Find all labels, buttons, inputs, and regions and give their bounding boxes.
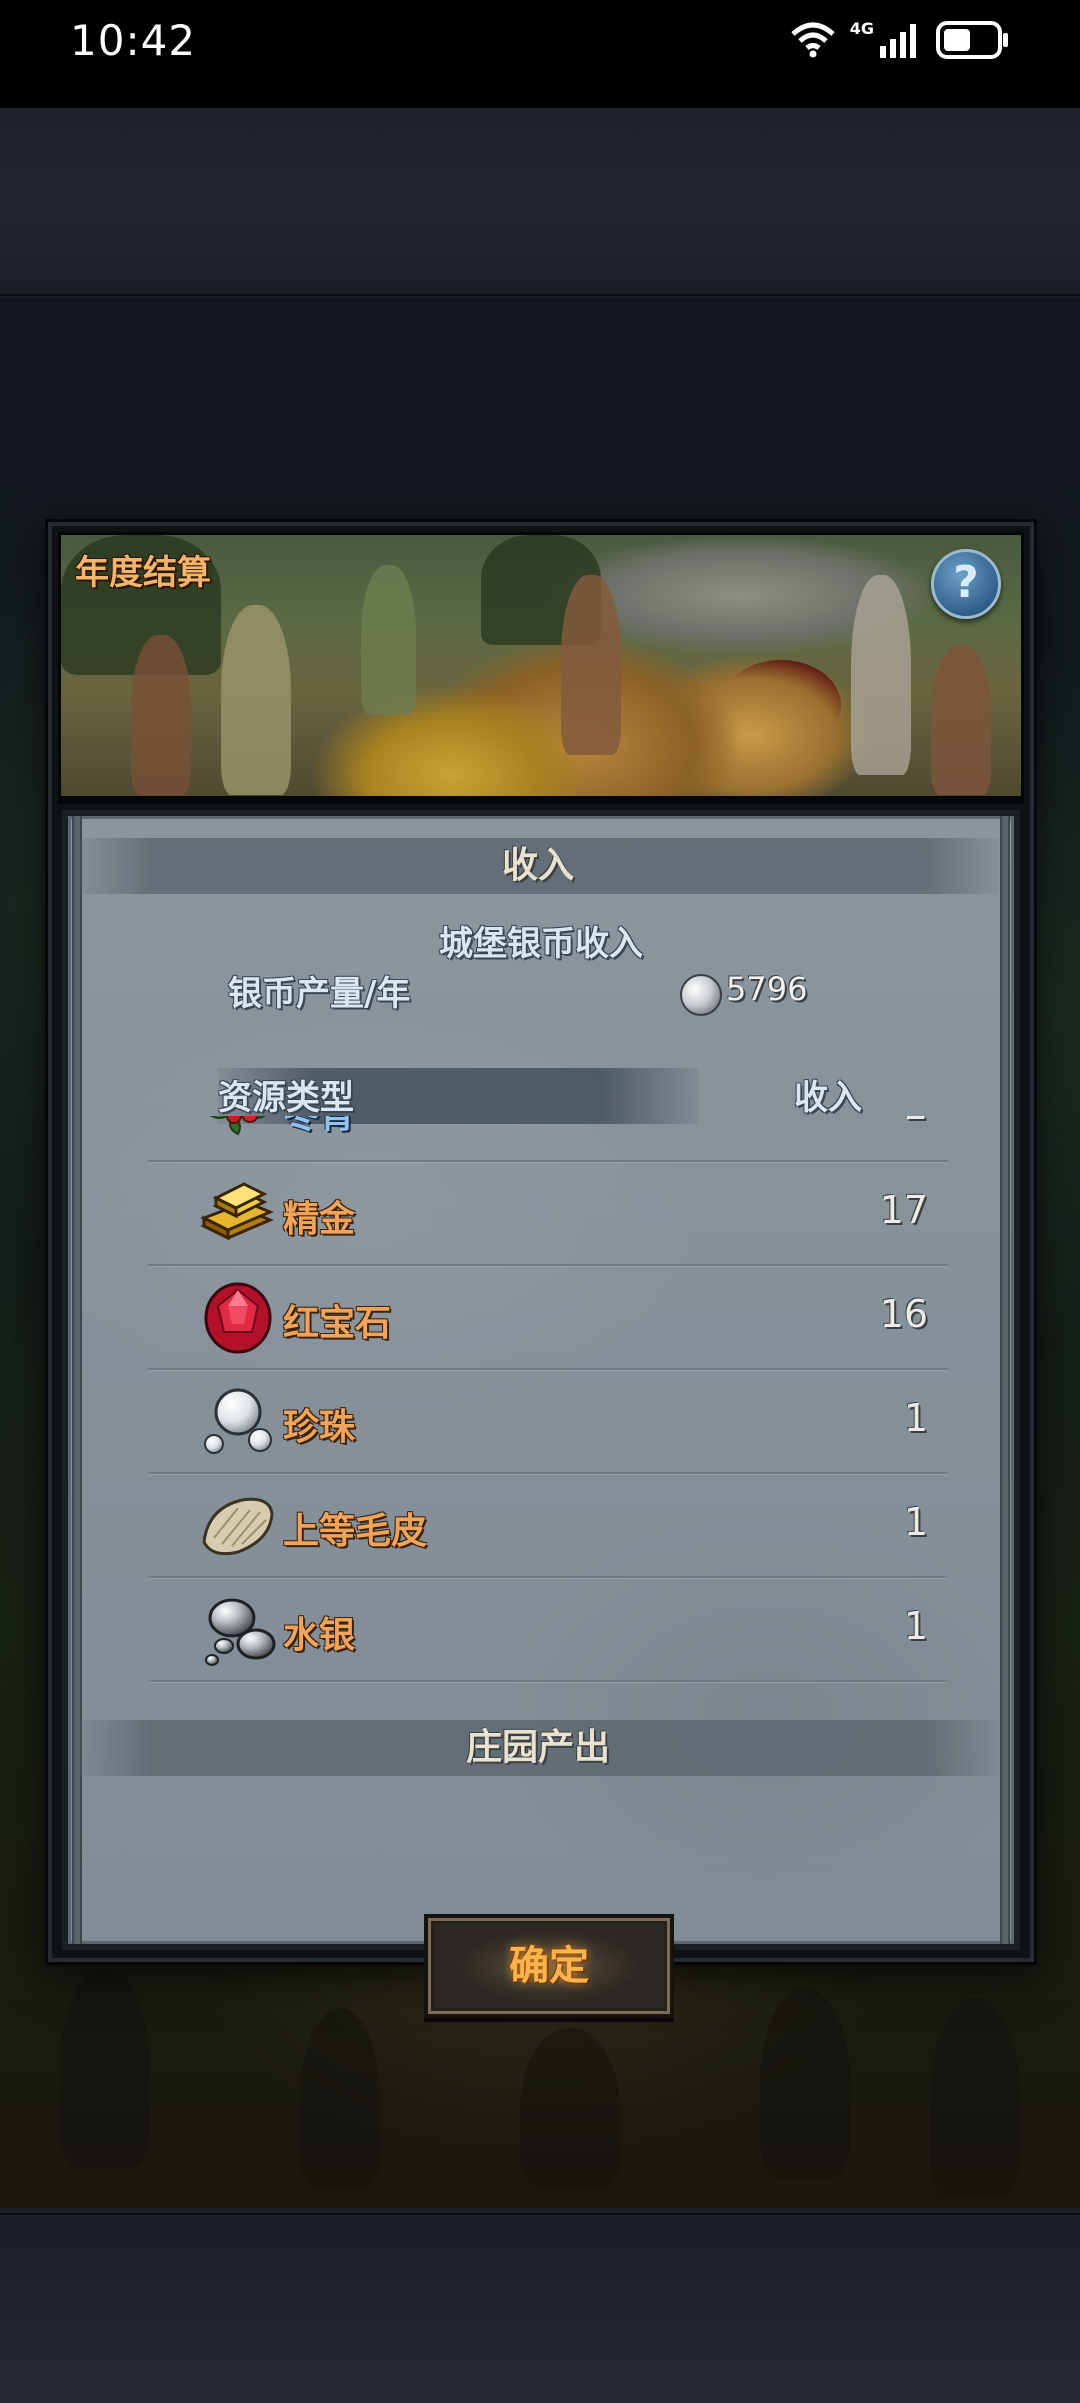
resource-name: 红宝石 xyxy=(283,1303,392,1344)
background-figure xyxy=(60,1968,150,2168)
background-figure xyxy=(300,2008,380,2188)
resource-value: 17 xyxy=(879,1188,928,1232)
resource-value: 2 xyxy=(904,1116,928,1128)
top-band xyxy=(0,108,1080,296)
signal-icon xyxy=(880,24,916,58)
castle-income-title: 城堡银币收入 xyxy=(439,924,643,964)
network-type-label: 4G xyxy=(849,18,874,38)
income-section-header: 收入 xyxy=(78,838,998,894)
resource-list[interactable]: 冬青 2 精金 17 xyxy=(148,1116,948,1710)
confirm-button[interactable]: 确定 xyxy=(424,1914,674,2018)
resource-name: 水银 xyxy=(283,1615,356,1656)
resource-value: 1 xyxy=(903,1604,928,1648)
list-item: 红宝石 16 xyxy=(148,1266,948,1370)
annual-settlement-dialog: 年度结算 ? 收入 城堡银币收入 银币产量/年 5796 资源类型 收入 精金 … xyxy=(48,522,1034,2018)
list-item: 冬青 2 xyxy=(148,1116,948,1162)
resource-value: 1 xyxy=(903,1500,928,1544)
status-bar: 10:42 4G xyxy=(0,0,1080,108)
column-header-income: 收入 xyxy=(794,1078,862,1118)
background-figure xyxy=(930,1998,1020,2198)
manor-output-section-header: 庄园产出 xyxy=(78,1720,998,1776)
holly-icon xyxy=(209,1116,267,1136)
list-item: 珍珠 1 xyxy=(148,1370,948,1474)
list-item: 精金 17 xyxy=(148,1162,948,1266)
resource-name: 上等毛皮 xyxy=(283,1511,428,1552)
background-figure xyxy=(760,1988,850,2178)
wifi-icon xyxy=(791,22,835,58)
ruby-icon xyxy=(204,1282,272,1354)
status-time: 10:42 xyxy=(70,16,197,65)
help-button[interactable]: ? xyxy=(931,549,1001,619)
status-icons: 4G xyxy=(790,18,1010,60)
list-item: 水银 1 xyxy=(148,1578,948,1682)
harvest-banner-image: 年度结算 ? xyxy=(58,532,1024,804)
resource-name: 冬青 xyxy=(283,1116,355,1138)
silver-output-label: 银币产量/年 xyxy=(228,974,411,1014)
income-panel: 收入 城堡银币收入 银币产量/年 5796 资源类型 收入 冬青 2 xyxy=(62,810,1020,2018)
battery-icon xyxy=(936,21,1008,59)
silver-output-value: 5796 xyxy=(726,970,808,1008)
fur-icon xyxy=(202,1497,274,1556)
mercury-icon xyxy=(205,1598,276,1666)
resource-value: 16 xyxy=(879,1292,928,1336)
resource-name: 珍珠 xyxy=(283,1407,356,1448)
resource-name: 精金 xyxy=(283,1199,356,1240)
dialog-title: 年度结算 xyxy=(75,553,211,593)
resource-value: 1 xyxy=(903,1396,928,1440)
gold-bar-icon xyxy=(200,1182,274,1241)
column-header-type: 资源类型 xyxy=(218,1078,354,1118)
list-item: 上等毛皮 1 xyxy=(148,1474,948,1578)
bottom-band xyxy=(0,2213,1080,2403)
pearl-icon xyxy=(204,1388,272,1454)
silver-coin-icon xyxy=(680,974,722,1016)
background-figure xyxy=(520,2028,620,2188)
